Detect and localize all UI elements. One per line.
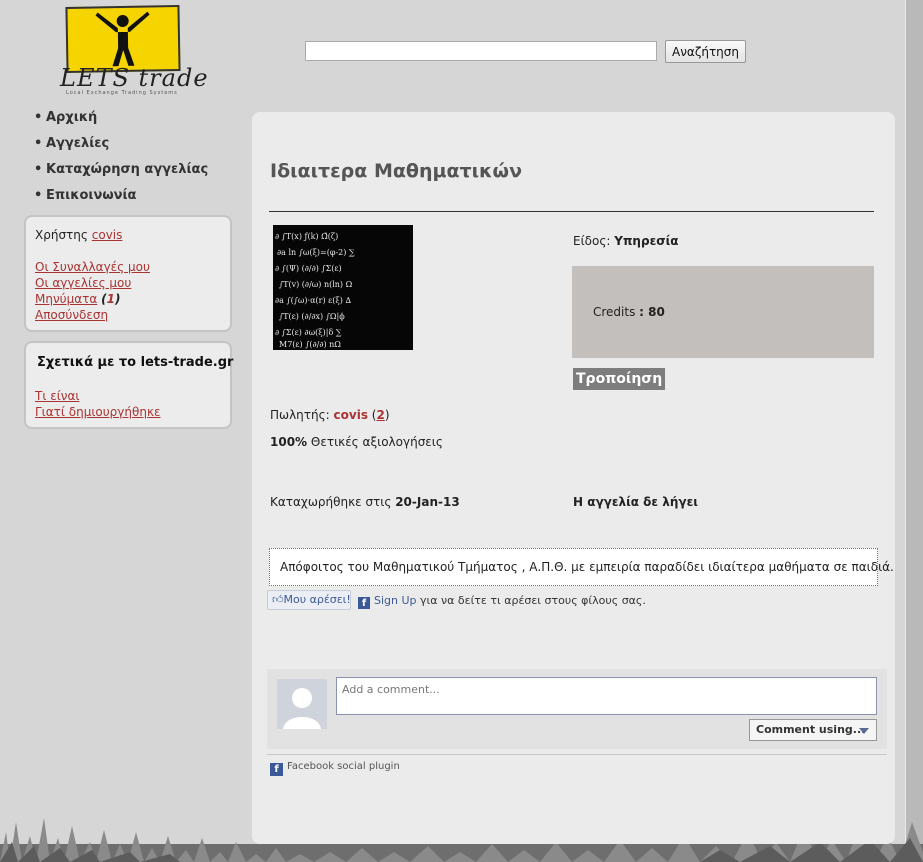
site-logo[interactable]: LETS trade Local Exchange Trading System… [60,4,208,96]
edit-button[interactable]: Τροποίηση [573,368,666,390]
listing-description: Απόφοιτος του Μαθηματικού Τμήματος , Α.Π… [269,548,894,586]
svg-text:M7(ε) ∫(∂/∂) nΩ: M7(ε) ∫(∂/∂) nΩ [279,340,341,349]
facebook-like-button[interactable]: 👍︎Μου αρέσει! [267,590,351,610]
listing-title: Ιδιαιτερα Μαθηματικών [270,160,523,182]
expires-text: Η αγγελία δε λήγει [573,495,698,509]
why-created-link[interactable]: Γιατί δημιουργήθηκε [35,405,161,419]
kind-label: Είδος: [573,234,611,248]
person-icon [95,11,150,67]
main-nav: • Αρχική • Αγγελίες • Καταχώρηση αγγελίας •… [34,110,208,214]
seller-count-link[interactable]: 2 [376,408,384,422]
bullet-icon: • [34,188,43,203]
search-input[interactable] [305,41,657,61]
svg-text:∫T(v) (∂/ω) n(ln) Ω: ∫T(v) (∂/ω) n(ln) Ω [279,280,353,289]
dropdown-arrow-icon [859,728,869,734]
comment-using-dropdown[interactable]: Comment using... [749,719,877,741]
kind-value: Υπηρεσία [614,234,679,248]
nav-item-label: Αρχική [46,110,98,125]
search-button[interactable]: Αναζήτηση [665,40,746,63]
seller-line: Πωλητής: covis (2) [270,408,390,422]
plugin-label[interactable]: Facebook social plugin [287,761,400,772]
signup-text: για να δείτε τι αρέσει στους φίλους σας. [420,594,646,607]
math-formulas-image: ∂ ∫T(x) ƒ(k) Ω̃(ζ) ∂a ln ∫ω(ξ)=(φ-2) ∑ ∂… [273,225,413,350]
facebook-signup-line: f Sign Up για να δείτε τι αρέσει στους φί… [358,594,646,609]
signup-link[interactable]: Sign Up [374,594,417,607]
messages-count: (1) [101,292,121,306]
logo-text: LETS trade [60,64,209,92]
what-is-link[interactable]: Τι είναι [35,389,79,403]
nav-item-listings[interactable]: • Αγγελίες [34,136,208,162]
nav-item-post-listing[interactable]: • Καταχώρηση αγγελίας [34,162,208,188]
bullet-icon: • [34,136,43,151]
divider [269,211,874,212]
logout-link[interactable]: Αποσύνδεση [35,308,108,322]
svg-text:∂a ∫(∫ω)·α(r) ε(ξ) ∆: ∂a ∫(∫ω)·α(r) ε(ξ) ∆ [275,296,351,305]
svg-text:∂ ∫Σ(ε) ∂ω(ξ)|δ ∑: ∂ ∫Σ(ε) ∂ω(ξ)|δ ∑ [275,328,342,337]
listing-panel: Ιδιαιτερα Μαθηματικών ∂ ∫T(x) ƒ(k) Ω̃(ζ)… [252,112,895,844]
comment-using-label: Comment using... [756,723,866,736]
user-line: Χρήστης covis [35,228,122,242]
facebook-icon: f [358,597,370,609]
nav-item-contact[interactable]: • Επικοινωνία [34,188,208,214]
nav-item-label: Καταχώρηση αγγελίας [46,162,209,177]
avatar [277,679,327,729]
bullet-icon: • [34,110,43,125]
registered-date: 20-Jan-13 [395,495,460,509]
my-transactions-link[interactable]: Οι Συναλλαγές μου [35,260,150,274]
about-title: Σχετικά με το lets-trade.gr [37,355,234,370]
rating-text: Θετικές αξιολογήσεις [310,435,443,449]
svg-text:∂ ∫T(x) ƒ(k) Ω̃(ζ): ∂ ∫T(x) ƒ(k) Ω̃(ζ) [275,232,338,241]
my-ads-link[interactable]: Οι αγγελίες μου [35,276,131,290]
svg-text:∂a ln ∫ω(ξ)=(φ-2) ∑: ∂a ln ∫ω(ξ)=(φ-2) ∑ [277,248,355,257]
credits-label: Credits [593,305,636,319]
credits-value: 80 [648,305,665,319]
registered-label: Καταχωρήθηκε στις [270,495,392,509]
registered-line: Καταχωρήθηκε στις 20-Jan-13 [270,495,460,509]
nav-item-home[interactable]: • Αρχική [34,110,208,136]
user-label: Χρήστης [35,228,88,242]
seller-link[interactable]: covis [334,408,368,422]
credits: Credits : 80 [593,305,665,319]
credits-box: Credits : 80 [572,266,874,358]
svg-text:∫T(ε) (∂/∂x) ∫Ω|ϕ: ∫T(ε) (∂/∂x) ∫Ω|ϕ [279,312,345,321]
messages-line: Μηνύματα (1) [35,292,120,306]
seller-label: Πωλητής: [270,408,330,422]
listing-kind: Είδος: Υπηρεσία [573,234,679,248]
rating-percent: 100% [270,435,308,449]
username-link[interactable]: covis [92,228,123,242]
nav-item-label: Αγγελίες [46,136,110,151]
facebook-icon: f [270,763,283,776]
comment-input[interactable]: Add a comment... [336,677,877,715]
default-avatar-icon [277,679,327,729]
messages-link[interactable]: Μηνύματα [35,292,97,306]
nav-item-label: Επικοινωνία [46,188,137,203]
logo-emblem [65,5,181,73]
thumbs-up-icon: 👍︎ [272,593,284,606]
svg-text:∂ ∫(Ψ) (∂/∂) ∫Σ(ε): ∂ ∫(Ψ) (∂/∂) ∫Σ(ε) [275,264,342,273]
listing-image[interactable]: ∂ ∫T(x) ƒ(k) Ω̃(ζ) ∂a ln ∫ω(ξ)=(φ-2) ∑ ∂… [273,225,413,350]
comments-section: Add a comment... Comment using... [267,669,887,749]
bullet-icon: • [34,162,43,177]
facebook-plugin-footer: f Facebook social plugin [267,754,887,776]
right-edge-bar [905,0,923,862]
about-box: Σχετικά με το lets-trade.gr Τι είναι Για… [24,341,234,429]
logo-subtitle: Local Exchange Trading Systems [66,90,178,96]
rating-line: 100% Θετικές αξιολογήσεις [270,435,443,449]
like-label: Μου αρέσει! [283,593,351,606]
user-box: Χρήστης covis Οι Συναλλαγές μου Οι αγγελ… [24,215,232,332]
